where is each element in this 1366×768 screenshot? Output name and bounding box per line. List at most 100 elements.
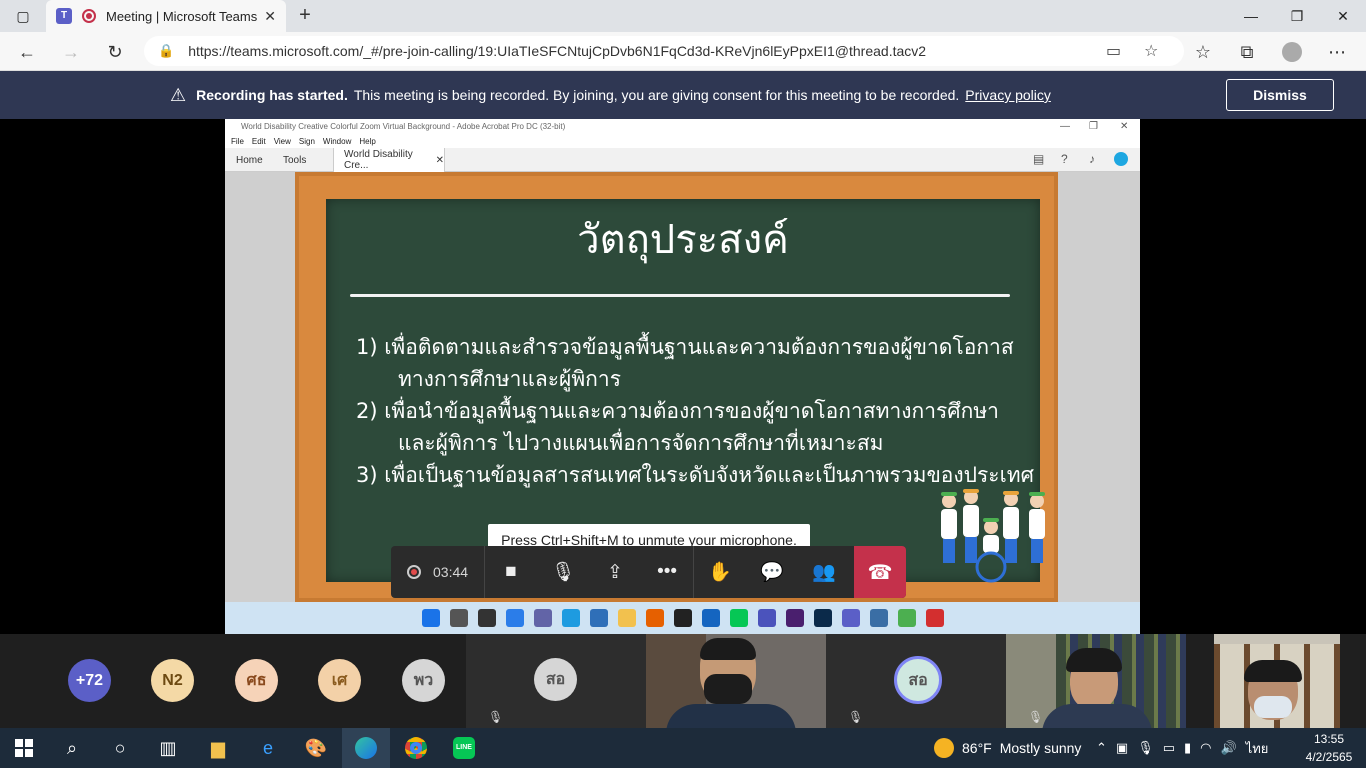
shared-photoshop-icon bbox=[813, 609, 832, 627]
cortana-icon[interactable]: ○ bbox=[96, 728, 144, 768]
dismiss-button[interactable]: Dismiss bbox=[1226, 79, 1334, 111]
participant-video-3[interactable] bbox=[1214, 634, 1340, 728]
meeting-timer: 03:44 bbox=[433, 564, 469, 580]
refresh-icon[interactable]: ↻ bbox=[100, 38, 130, 66]
menu-sign: Sign bbox=[298, 137, 315, 146]
internet-explorer-icon[interactable]: e bbox=[244, 728, 292, 768]
shared-search-icon bbox=[449, 609, 468, 627]
acrobat-menubar: File Edit View Sign Window Help bbox=[225, 135, 1140, 148]
meeting-controls: 03:44 ■ 🎙 ⇪ ••• ✋ 💬 👥 ☎ bbox=[391, 546, 906, 598]
shared-photos-icon bbox=[869, 609, 888, 627]
participant-tile-1[interactable]: สอ 🎙 bbox=[466, 634, 646, 728]
shared-start-icon bbox=[421, 609, 440, 627]
display-icon[interactable]: ▭ bbox=[1163, 740, 1175, 756]
acrobat-minimize-icon: — bbox=[1060, 121, 1070, 132]
tile-avatar-2-speaking: สอ bbox=[894, 656, 942, 704]
start-icon[interactable] bbox=[0, 728, 48, 768]
acrobat-title: World Disability Creative Colorful Zoom … bbox=[241, 122, 566, 131]
video-camera-icon: ■ bbox=[505, 561, 517, 582]
browser-tab-teams[interactable]: T Meeting | Microsoft Teams ✕ bbox=[46, 0, 286, 32]
weather-temp: 86°F bbox=[962, 740, 992, 756]
url-text: https://teams.microsoft.com/_#/pre-join-… bbox=[188, 43, 927, 59]
chrome-icon[interactable] bbox=[392, 728, 440, 768]
back-icon[interactable]: ← bbox=[12, 38, 42, 66]
shared-teams-icon bbox=[757, 609, 776, 627]
tab-actions-icon[interactable]: ▢ bbox=[0, 0, 46, 32]
device-icon[interactable]: ▣ bbox=[1116, 740, 1128, 756]
url-bar[interactable]: 🔒 https://teams.microsoft.com/_#/pre-joi… bbox=[144, 36, 1184, 66]
banner-text: This meeting is being recorded. By joini… bbox=[353, 87, 960, 103]
participant-video-2[interactable]: 🎙 bbox=[1006, 634, 1186, 728]
more-actions-button[interactable]: ••• bbox=[641, 546, 693, 598]
mic-button[interactable]: 🎙 bbox=[537, 546, 589, 598]
doc-tab-close-icon: ✕ bbox=[435, 154, 444, 166]
privacy-policy-link[interactable]: Privacy policy bbox=[965, 87, 1051, 103]
shared-store-icon bbox=[589, 609, 608, 627]
participant-avatar-4[interactable]: พว bbox=[402, 659, 445, 702]
phone-hangup-icon: ☎ bbox=[867, 561, 893, 584]
camera-icon[interactable]: ▭ bbox=[1106, 36, 1121, 66]
teams-icon: T bbox=[56, 8, 72, 24]
person-hair bbox=[700, 638, 756, 660]
close-tab-icon[interactable]: ✕ bbox=[264, 8, 276, 25]
more-dots-icon: ••• bbox=[657, 561, 678, 582]
shared-firefox-icon bbox=[645, 609, 664, 627]
camera-button[interactable]: ■ bbox=[485, 546, 537, 598]
line-icon[interactable]: LINE bbox=[440, 728, 488, 768]
clock[interactable]: 13:55 4/2/2565 bbox=[1296, 730, 1362, 766]
menu-file: File bbox=[231, 137, 244, 146]
volume-icon[interactable]: 🔊 bbox=[1221, 740, 1237, 756]
chat-button[interactable]: 💬 bbox=[746, 546, 798, 598]
chalk-divider bbox=[350, 294, 1010, 297]
minimize-icon[interactable]: — bbox=[1228, 0, 1274, 32]
participant-avatar-2[interactable]: ศธ bbox=[235, 659, 278, 702]
task-view-icon[interactable]: ▥ bbox=[144, 728, 192, 768]
participant-tile-2[interactable]: สอ 🎙 bbox=[826, 634, 1006, 728]
forward-icon[interactable]: → bbox=[56, 38, 86, 66]
chevron-up-icon[interactable]: ⌃ bbox=[1096, 740, 1107, 756]
shared-chat-icon bbox=[533, 609, 552, 627]
edge-icon[interactable] bbox=[342, 728, 390, 768]
new-tab-button[interactable]: + bbox=[292, 4, 318, 28]
muted-mic-icon: 🎙 bbox=[848, 710, 864, 724]
file-explorer-icon[interactable]: ▆ bbox=[194, 728, 242, 768]
recording-icon bbox=[82, 9, 96, 23]
shared-acrobat-icon bbox=[925, 609, 944, 627]
participant-avatar-n2[interactable]: N2 bbox=[151, 659, 194, 702]
participant-avatar-3[interactable]: เศ bbox=[318, 659, 361, 702]
shared-chrome-icon bbox=[897, 609, 916, 627]
more-icon[interactable]: ⋯ bbox=[1322, 38, 1352, 66]
close-window-icon[interactable]: ✕ bbox=[1320, 0, 1366, 32]
disability-illustration bbox=[941, 489, 1045, 583]
profile-avatar[interactable] bbox=[1277, 38, 1307, 66]
shared-edge-icon bbox=[561, 609, 580, 627]
shared-taskbar bbox=[225, 602, 1140, 634]
favorite-add-icon[interactable]: ☆ bbox=[1144, 36, 1158, 66]
participant-video-1[interactable] bbox=[646, 634, 826, 728]
microphone-icon[interactable]: 🎙 bbox=[1137, 740, 1154, 756]
share-screen-icon: ⇪ bbox=[607, 561, 623, 583]
battery-icon[interactable]: ▮ bbox=[1184, 740, 1191, 756]
participants-button[interactable]: 👥 bbox=[798, 546, 850, 598]
acrobat-tools-tab: Tools bbox=[283, 154, 307, 166]
paint-icon[interactable]: 🎨 bbox=[292, 728, 340, 768]
hang-up-button[interactable]: ☎ bbox=[854, 546, 906, 598]
language-indicator[interactable]: ไทย bbox=[1246, 738, 1269, 759]
participant-strip: +72 N2 ศธ เศ พว สอ 🎙 สอ 🎙 🎙 bbox=[0, 634, 1366, 728]
person-shirt bbox=[1042, 704, 1152, 728]
search-icon[interactable]: ⌕ bbox=[48, 728, 96, 768]
shared-mail-icon bbox=[701, 609, 720, 627]
overflow-participants[interactable]: +72 bbox=[68, 659, 111, 702]
restore-icon[interactable]: ❐ bbox=[1274, 0, 1320, 32]
sun-icon bbox=[934, 738, 954, 758]
face-mask bbox=[704, 674, 752, 704]
favorites-icon[interactable]: ☆ bbox=[1188, 38, 1218, 66]
person-hair bbox=[1244, 660, 1302, 682]
raise-hand-button[interactable]: ✋ bbox=[694, 546, 746, 598]
wifi-icon[interactable]: ◠ bbox=[1200, 740, 1211, 756]
share-button[interactable]: ⇪ bbox=[589, 546, 641, 598]
record-icon bbox=[407, 565, 421, 579]
collections-icon[interactable]: ⧉ bbox=[1232, 38, 1262, 66]
shared-folder-icon bbox=[617, 609, 636, 627]
face-mask bbox=[1254, 696, 1292, 718]
